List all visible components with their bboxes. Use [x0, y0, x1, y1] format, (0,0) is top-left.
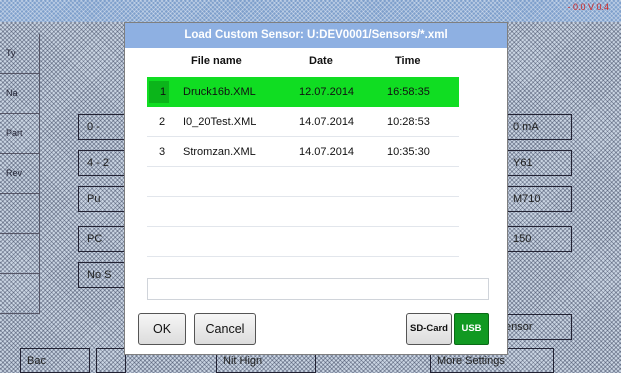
bg-bottom-icon [96, 348, 126, 373]
bg-bottom-back: Bac [20, 348, 90, 373]
row-time: 10:28:53 [387, 116, 430, 128]
bg-field-m710: M710 [504, 186, 572, 212]
side-tab-4 [0, 194, 40, 234]
row-time: 10:35:30 [387, 146, 430, 158]
ok-button[interactable]: OK [138, 313, 186, 345]
row-file-name: I0_20Test.XML [183, 116, 257, 128]
file-row-empty[interactable] [147, 197, 459, 227]
row-time: 16:58:35 [387, 86, 430, 98]
file-row[interactable]: 2 I0_20Test.XML 14.07.2014 10:28:53 [147, 107, 459, 137]
filename-input[interactable] [147, 278, 489, 300]
column-date: Date [309, 55, 333, 67]
file-row[interactable]: 3 Stromzan.XML 14.07.2014 10:35:30 [147, 137, 459, 167]
load-custom-sensor-dialog: Load Custom Sensor: U:DEV0001/Sensors/*.… [124, 22, 508, 355]
row-index: 2 [159, 116, 166, 128]
side-tab-type: Ty [0, 34, 40, 74]
side-tab-name: Na [0, 74, 40, 114]
side-tab-6 [0, 274, 40, 314]
row-date: 14.07.2014 [299, 146, 355, 158]
file-list-header: File name Date Time [147, 55, 459, 73]
row-file-name: Stromzan.XML [183, 146, 256, 158]
side-tab-rev: Rev [0, 154, 40, 194]
status-readout: - 0.0 V 0.4 [567, 2, 609, 12]
file-row-empty[interactable] [147, 227, 459, 257]
row-file-name: Druck16b.XML [183, 86, 256, 98]
bg-field-range-1: 0 - [78, 114, 130, 140]
side-tab-5 [0, 234, 40, 274]
row-date: 12.07.2014 [299, 86, 355, 98]
bg-field-ma: 0 mA [504, 114, 572, 140]
sd-card-button[interactable]: SD-Card [406, 313, 452, 345]
file-row-empty[interactable] [147, 167, 459, 197]
column-file-name: File name [191, 55, 242, 67]
usb-button[interactable]: USB [454, 313, 489, 345]
column-time: Time [395, 55, 421, 67]
row-index: 1 [149, 81, 169, 103]
bg-field-y61: Y61 [504, 150, 572, 176]
row-index: 3 [159, 146, 166, 158]
cancel-button[interactable]: Cancel [194, 313, 256, 345]
row-date: 14.07.2014 [299, 116, 355, 128]
file-list: 1 Druck16b.XML 12.07.2014 16:58:35 2 I0_… [147, 77, 459, 257]
bg-field-pc: PC [78, 226, 130, 252]
bg-field-pu: Pu [78, 186, 130, 212]
bg-field-150: 150 [504, 226, 572, 252]
bg-field-no-s: No S [78, 262, 130, 288]
dialog-title: Load Custom Sensor: U:DEV0001/Sensors/*.… [125, 23, 507, 48]
file-row[interactable]: 1 Druck16b.XML 12.07.2014 16:58:35 [147, 77, 459, 107]
background-top-bar: - 0.0 V 0.4 [0, 0, 621, 22]
side-tab-part: Part [0, 114, 40, 154]
bg-field-range-2: 4 - 2 [78, 150, 130, 176]
